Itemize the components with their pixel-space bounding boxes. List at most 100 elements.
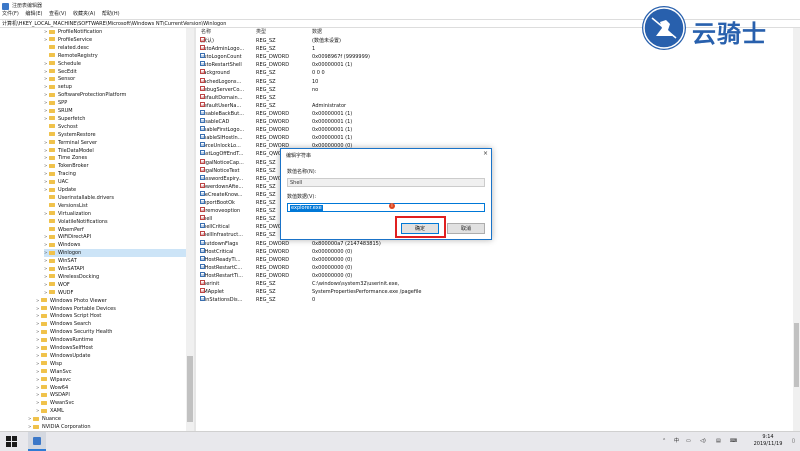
value-row[interactable]: 01 AutoLogonCount REG_DWORD 0x0098967f (999… xyxy=(197,53,800,61)
tree-item[interactable]: VersionsList xyxy=(44,202,186,210)
tree-item[interactable]: > WinSATAPI xyxy=(44,265,186,273)
tree-item[interactable]: > Windows Security Health xyxy=(36,328,186,336)
tree-item[interactable]: RemoteRegistry xyxy=(44,52,186,60)
value-data-input[interactable]: explorer.exe xyxy=(287,203,485,212)
value-row[interactable]: ab Userinit REG_SZ C:\windows\system32\user… xyxy=(197,280,800,288)
tree-item[interactable]: > Sensor xyxy=(44,75,186,83)
tree-item[interactable]: > Winlogon xyxy=(44,249,186,258)
menu-help[interactable]: 帮助(H) xyxy=(102,11,120,17)
input-method-icon[interactable]: 中 xyxy=(674,432,679,451)
tree-item[interactable]: > Wow64 xyxy=(36,384,186,392)
value-row[interactable]: ab DefaultDomain... REG_SZ xyxy=(197,93,800,102)
tree-item[interactable]: > ProfileService xyxy=(44,36,186,44)
header-data[interactable]: 数据 xyxy=(312,28,322,36)
tree-item[interactable]: > Windows xyxy=(44,241,186,249)
values-scroll-thumb[interactable] xyxy=(794,323,799,387)
tree-item[interactable]: > WOF xyxy=(44,281,186,289)
folder-icon xyxy=(49,140,55,145)
value-row[interactable]: ab DebugServerCo... REG_SZ no xyxy=(197,85,800,94)
tree-item[interactable]: > WiFiDirectAPI xyxy=(44,233,186,241)
menu-edit[interactable]: 编辑(E) xyxy=(25,11,42,17)
tree-item[interactable]: > TokenBroker xyxy=(44,162,186,170)
tree-item[interactable]: > SoftwareProtectionPlatform xyxy=(44,91,186,99)
tree-item[interactable]: > XAML xyxy=(36,407,186,415)
tree-item[interactable]: > Superfetch xyxy=(44,115,186,123)
tree-item[interactable]: VolatileNotifications xyxy=(44,218,186,226)
value-row[interactable]: ab Background REG_SZ 0 0 0 xyxy=(197,69,800,77)
tree-item[interactable]: > Wisp xyxy=(36,360,186,368)
tree-item[interactable]: > SRUM xyxy=(44,107,186,115)
cancel-button[interactable]: 取消 xyxy=(447,223,485,234)
header-type[interactable]: 类型 xyxy=(256,28,266,36)
menu-file[interactable]: 文件(F) xyxy=(2,11,19,17)
tree-scrollbar[interactable] xyxy=(186,28,194,431)
value-row[interactable]: ab CachedLogons... REG_SZ 10 xyxy=(197,77,800,86)
volume-icon[interactable]: ◁) xyxy=(700,432,706,451)
tree-item[interactable]: > Terminal Server xyxy=(44,139,186,147)
tree-item[interactable]: > Windows Script Host xyxy=(36,312,186,320)
tree-item[interactable]: > WlanSvc xyxy=(36,368,186,376)
tree-item[interactable]: > WinSAT xyxy=(44,257,186,265)
tree-item[interactable]: > Virtualization xyxy=(44,210,186,218)
value-row[interactable]: 01 SiHostRestartC... REG_DWORD 0x00000000 (… xyxy=(197,263,800,272)
tree-item[interactable]: > UAC xyxy=(44,178,186,186)
value-row[interactable]: 01 WinStationsDis... REG_SZ 0 xyxy=(197,296,800,304)
tree-item[interactable]: > Windows Portable Devices xyxy=(36,305,186,313)
notification-icon[interactable]: ▯ xyxy=(792,432,795,451)
taskbar-regedit-button[interactable] xyxy=(28,432,46,451)
value-row[interactable]: 01 SiHostCritical REG_DWORD 0x00000000 (0) xyxy=(197,247,800,256)
tree-item[interactable]: > SPP xyxy=(44,99,186,107)
values-scrollbar[interactable] xyxy=(793,28,800,431)
header-name[interactable]: 名称 xyxy=(201,28,211,36)
tree-item[interactable]: > ProfileNotification xyxy=(44,28,186,36)
value-row[interactable]: 01 AutoRestartShell REG_DWORD 0x00000001 (1… xyxy=(197,61,800,69)
tree-item[interactable]: > Windows Photo Viewer xyxy=(36,297,186,305)
value-row[interactable]: 01 DisableBackBut... REG_DWORD 0x00000001 (… xyxy=(197,109,800,118)
keyboard-icon[interactable]: ⌨ xyxy=(730,432,737,451)
tree-item[interactable]: > WwanSvc xyxy=(36,399,186,407)
value-row[interactable]: 01 DisableCAD REG_DWORD 0x00000001 (1) xyxy=(197,118,800,126)
value-row[interactable]: ab VMApplet REG_SZ SystemPropertiesPerforma… xyxy=(197,288,800,296)
menu-favorites[interactable]: 收藏夹(A) xyxy=(73,11,95,17)
value-row[interactable]: 01 EnableSIHostIn... REG_DWORD 0x00000001 (… xyxy=(197,134,800,142)
tree-item[interactable]: > WirelessDocking xyxy=(44,273,186,281)
clipboard-icon[interactable]: ▤ xyxy=(716,432,721,451)
value-row[interactable]: ab DefaultUserNa... REG_SZ Administrator xyxy=(197,101,800,110)
menu-view[interactable]: 查看(V) xyxy=(49,11,66,17)
folder-icon xyxy=(49,100,55,105)
tree-item[interactable]: Svchost xyxy=(44,123,186,131)
value-row[interactable]: 01 SiHostReadyTi... REG_DWORD 0x00000000 (0… xyxy=(197,255,800,264)
tree-item[interactable]: > Wlpasvc xyxy=(36,376,186,384)
tree-item[interactable]: > WindowsSelfHost xyxy=(36,344,186,352)
tree-item[interactable]: > Schedule xyxy=(44,60,186,68)
tree-item[interactable]: > WSDAPI xyxy=(36,391,186,399)
value-row[interactable]: 01 SiHostRestartTi... REG_DWORD 0x00000000 … xyxy=(197,271,800,280)
tree-item[interactable]: related.desc xyxy=(44,44,186,52)
value-data-cell: C:\windows\system32\userinit.exe, xyxy=(312,281,400,287)
windows-start-icon[interactable] xyxy=(6,436,17,447)
tree-item[interactable]: WbemPerf xyxy=(44,226,186,234)
close-icon[interactable]: × xyxy=(481,150,490,158)
tree-item[interactable]: > Time Zones xyxy=(44,154,186,162)
network-icon[interactable]: ▭ xyxy=(686,432,691,451)
system-clock[interactable]: 9:14 2019/11/19 xyxy=(744,434,792,448)
tree-item[interactable]: SystemRestore xyxy=(44,131,186,139)
tree-item[interactable]: > TileDataModel xyxy=(44,147,186,155)
tree-item[interactable]: Userinstallable.drivers xyxy=(44,194,186,202)
tree-item[interactable]: > Nuance xyxy=(28,415,186,423)
tree-item[interactable]: > Tracing xyxy=(44,170,186,178)
tree-item[interactable]: > WindowsUpdate xyxy=(36,352,186,360)
tree-item[interactable]: > Windows Search xyxy=(36,320,186,328)
value-row[interactable]: 01 EnableFirstLogo... REG_DWORD 0x00000001 … xyxy=(197,126,800,134)
tree-item[interactable]: > WUDF xyxy=(44,289,186,297)
up-arrow-icon[interactable]: ⌃ xyxy=(662,432,666,451)
tree-item[interactable]: > Update xyxy=(44,186,186,194)
tree-scroll-thumb[interactable] xyxy=(187,356,193,422)
tree-item[interactable]: > setup xyxy=(44,83,186,91)
tree-item[interactable]: > WindowsRuntime xyxy=(36,336,186,344)
value-row[interactable]: 01 ShutdownFlags REG_DWORD 0x800000a7 (2147… xyxy=(197,239,800,248)
tree-item[interactable]: > SecEdit xyxy=(44,68,186,76)
pane-splitter[interactable] xyxy=(194,28,196,431)
ok-button[interactable]: 确定 xyxy=(401,223,439,234)
tree-item[interactable]: > NVIDIA Corporation xyxy=(28,423,186,431)
